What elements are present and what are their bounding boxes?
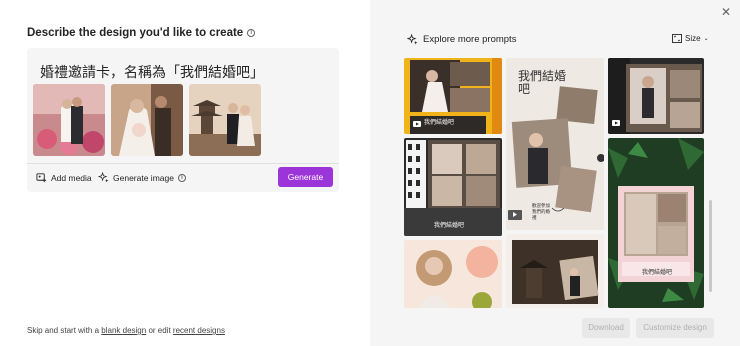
page-title: Describe the design you'd like to create…: [27, 27, 256, 39]
sparkle-icon: [407, 34, 418, 45]
reference-image-2[interactable]: [111, 84, 183, 156]
prompt-box[interactable]: 婚禮邀請卡，名稱為「我們結婚吧」 Add media Generate imag…: [27, 48, 339, 192]
size-dropdown[interactable]: Size ⌄: [672, 34, 709, 43]
template-tile-2[interactable]: 我們結婚吧 歡迎參加我們的婚禮: [506, 58, 604, 230]
add-media-label: Add media: [51, 172, 92, 183]
generate-button[interactable]: Generate: [278, 167, 333, 187]
prompt-divider: [27, 163, 339, 164]
heading-text: Describe the design you'd like to create: [27, 27, 244, 39]
download-button[interactable]: Download: [582, 318, 630, 338]
wedding-pagoda-image: [189, 84, 261, 156]
template-tile-4[interactable]: 我們結婚吧: [404, 138, 502, 236]
template-thumbnail-7: [404, 240, 502, 308]
blank-design-link[interactable]: blank design: [101, 326, 146, 335]
reference-image-1[interactable]: [33, 84, 105, 156]
generate-image-button[interactable]: Generate image i: [98, 172, 186, 183]
template-thumbnail-3: [608, 58, 704, 134]
tile-1-caption: 我們結婚吧: [424, 120, 455, 126]
footer-text: Skip and start with a blank design or ed…: [27, 326, 225, 335]
template-thumbnail-6: [608, 138, 704, 308]
wedding-couple-image-1: [33, 84, 105, 156]
recent-designs-link[interactable]: recent designs: [173, 326, 225, 335]
template-tile-7[interactable]: [404, 240, 502, 308]
size-label: Size: [685, 34, 701, 43]
template-tile-3[interactable]: [608, 58, 704, 134]
wedding-couple-image-2: [111, 84, 183, 156]
template-thumbnail-5: [506, 234, 604, 308]
tile-4-caption: 我們結婚吧: [434, 223, 465, 229]
reference-image-3[interactable]: [189, 84, 261, 156]
prompt-input[interactable]: 婚禮邀請卡，名稱為「我們結婚吧」: [40, 62, 264, 82]
explore-header: Explore more prompts: [407, 34, 516, 45]
footer-middle: or edit: [148, 326, 171, 335]
create-panel: Describe the design you'd like to create…: [0, 0, 370, 346]
template-tile-6[interactable]: 我們結婚吧: [608, 138, 704, 308]
prompts-scrollbar[interactable]: [709, 200, 712, 292]
tile-2-title: 我們結婚吧: [518, 69, 567, 96]
add-media-button[interactable]: Add media: [36, 172, 92, 183]
tile-2-note: 歡迎參加我們的婚禮: [532, 203, 550, 220]
generate-image-info-icon[interactable]: i: [177, 173, 186, 182]
add-media-icon: [36, 173, 47, 183]
chevron-down-icon: ⌄: [703, 36, 709, 42]
close-icon[interactable]: ✕: [720, 6, 732, 18]
info-icon[interactable]: i: [247, 29, 256, 37]
template-tile-5[interactable]: [506, 234, 604, 308]
tile-6-caption: 我們結婚吧: [642, 270, 673, 276]
explore-title: Explore more prompts: [423, 34, 517, 45]
explore-panel: ✕ Explore more prompts Size ⌄ 我們結婚吧 我們結婚…: [370, 0, 740, 346]
customize-design-button[interactable]: Customize design: [636, 318, 714, 338]
template-tile-1[interactable]: 我們結婚吧: [404, 58, 502, 134]
footer-prefix: Skip and start with a: [27, 326, 100, 335]
sparkle-icon: [98, 172, 109, 183]
size-icon: [672, 34, 682, 43]
generate-image-label: Generate image: [113, 172, 174, 183]
